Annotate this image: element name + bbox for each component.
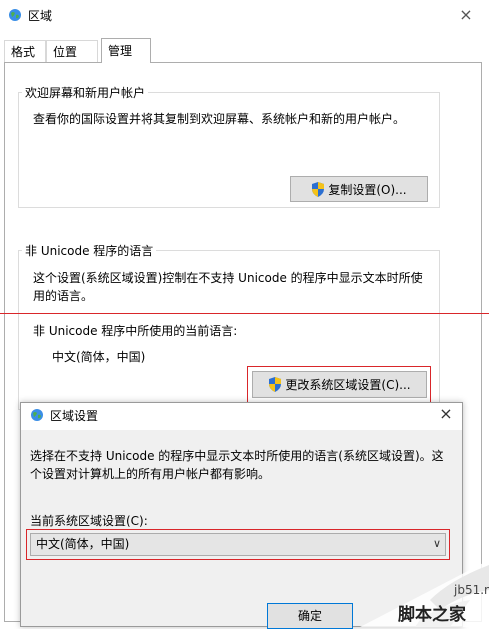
dialog-description-line1: 选择在不支持 Unicode 的程序中显示文本时所使用的语言(系统区域设置)。这 <box>30 449 444 463</box>
copy-settings-label: 复制设置(O)... <box>328 182 407 197</box>
tab-manage[interactable]: 管理 <box>101 38 151 63</box>
globe-icon <box>31 409 43 421</box>
shield-icon <box>312 181 325 197</box>
globe-icon <box>9 9 21 21</box>
annotation-box-select <box>26 529 450 560</box>
dialog-description-line2: 个设置对计算机上的所有用户帐户都有影响。 <box>30 467 271 481</box>
annotation-box-change-button <box>247 366 431 403</box>
close-icon[interactable]: × <box>456 6 476 24</box>
current-language-label: 非 Unicode 程序中所使用的当前语言: <box>33 324 238 338</box>
dialog-title: 区域设置 <box>50 409 99 423</box>
non-unicode-description-line2: 用的语言。 <box>33 289 94 303</box>
tab-format[interactable]: 格式 <box>4 40 46 62</box>
dialog-description: 选择在不支持 Unicode 的程序中显示文本时所使用的语言(系统区域设置)。这… <box>30 447 450 483</box>
window-title: 区域 <box>28 9 53 23</box>
welcome-group-description: 查看你的国际设置并将其复制到欢迎屏幕、系统帐户和新的用户帐户。 <box>33 112 406 126</box>
welcome-group-legend: 欢迎屏幕和新用户帐户 <box>22 84 149 101</box>
watermark-domain: jb51.net <box>454 583 489 597</box>
non-unicode-group-legend: 非 Unicode 程序的语言 <box>22 242 157 259</box>
system-locale-label: 当前系统区域设置(C): <box>30 514 148 528</box>
tab-position[interactable]: 位置 <box>46 40 98 62</box>
ok-button[interactable]: 确定 <box>267 603 353 629</box>
non-unicode-group-description: 这个设置(系统区域设置)控制在不支持 Unicode 的程序中显示文本时所使 用… <box>33 269 433 305</box>
non-unicode-description-line1: 这个设置(系统区域设置)控制在不支持 Unicode 的程序中显示文本时所使 <box>33 271 423 285</box>
close-icon[interactable]: × <box>436 404 456 424</box>
annotation-line <box>0 313 489 314</box>
watermark-brand: 脚本之家 <box>398 605 466 625</box>
current-language-value: 中文(简体，中国) <box>52 350 146 364</box>
copy-settings-button[interactable]: 复制设置(O)... <box>290 176 428 202</box>
